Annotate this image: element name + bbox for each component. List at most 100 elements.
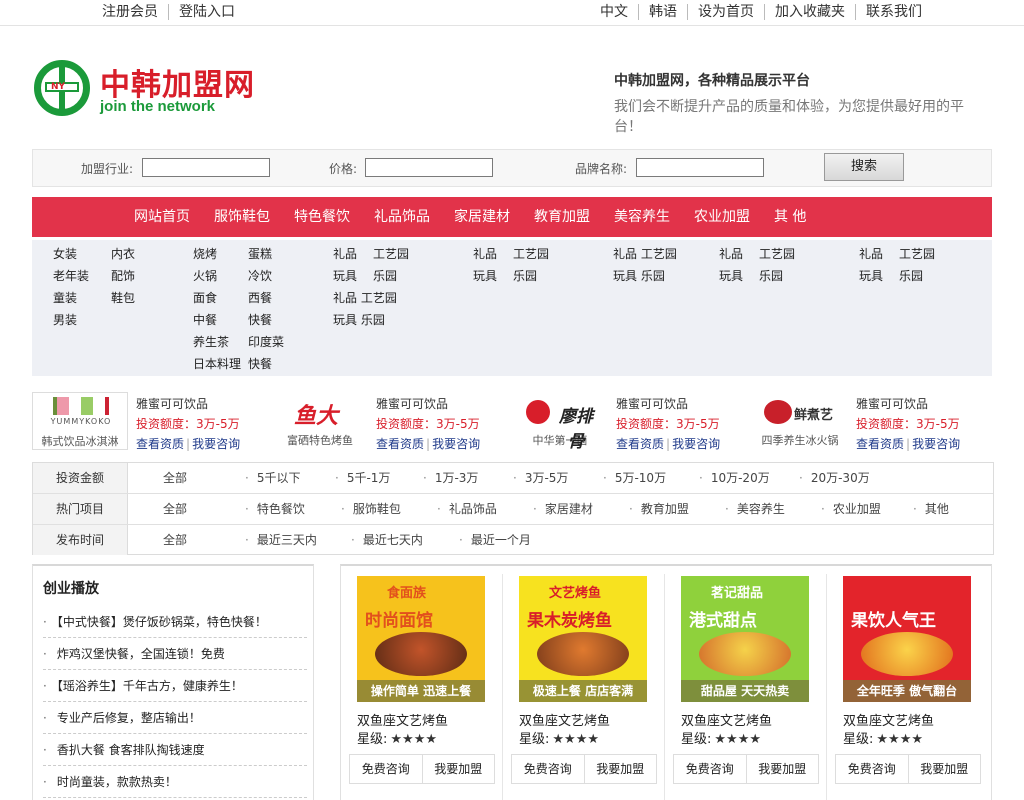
- subcat-link[interactable]: 鞋包: [111, 287, 135, 309]
- nav-education[interactable]: 教育加盟: [522, 197, 602, 237]
- search-button[interactable]: 搜索: [824, 153, 904, 181]
- consult-link[interactable]: 我要咨询: [192, 437, 240, 451]
- join-franchise-button[interactable]: 我要加盟: [585, 755, 657, 783]
- filter-option[interactable]: · 特色餐饮: [245, 494, 305, 524]
- subcat-link[interactable]: 乐园: [759, 265, 795, 287]
- consult-link[interactable]: 我要咨询: [912, 437, 960, 451]
- subcat-link[interactable]: 女装: [53, 243, 89, 265]
- nav-apparel[interactable]: 服饰鞋包: [202, 197, 282, 237]
- subcat-link[interactable]: 蛋糕: [248, 243, 284, 265]
- subcat-link[interactable]: 西餐: [248, 287, 284, 309]
- subcat-link[interactable]: 礼品: [473, 243, 497, 265]
- brand-name[interactable]: 雅蜜可可饮品: [136, 394, 240, 414]
- view-qualification-link[interactable]: 查看资质: [136, 437, 184, 451]
- subcat-link[interactable]: 配饰: [111, 265, 135, 287]
- nav-home[interactable]: 网站首页: [122, 197, 202, 237]
- login-link[interactable]: 登陆入口: [168, 4, 245, 20]
- site-logo[interactable]: NY 中韩加盟网 join the network: [34, 60, 264, 120]
- product-name[interactable]: 双鱼座文艺烤鱼: [843, 710, 934, 729]
- product-name[interactable]: 双鱼座文艺烤鱼: [519, 710, 610, 729]
- brand-logo-image[interactable]: YUMMYKOKO 韩式饮品冰淇淋: [32, 392, 128, 450]
- subcat-link[interactable]: 男装: [53, 309, 89, 331]
- subcat-link[interactable]: 玩具 乐园: [613, 265, 677, 287]
- filter-option[interactable]: · 5万-10万: [603, 463, 666, 493]
- subcat-link[interactable]: 玩具: [719, 265, 743, 287]
- nav-gifts[interactable]: 礼品饰品: [362, 197, 442, 237]
- brand-logo-image[interactable]: 鲜煮艺 四季养生冰火锅: [752, 392, 848, 450]
- product-name[interactable]: 双鱼座文艺烤鱼: [681, 710, 772, 729]
- filter-option[interactable]: · 礼品饰品: [437, 494, 497, 524]
- subcat-link[interactable]: 冷饮: [248, 265, 284, 287]
- product-image[interactable]: 茗记甜品 港式甜点 甜品屋 天天热卖: [681, 576, 809, 702]
- contact-us-link[interactable]: 联系我们: [855, 4, 922, 20]
- filter-option[interactable]: · 最近一个月: [459, 525, 531, 555]
- lang-chinese-link[interactable]: 中文: [600, 4, 638, 20]
- join-franchise-button[interactable]: 我要加盟: [747, 755, 819, 783]
- filter-option[interactable]: · 5千以下: [245, 463, 300, 493]
- filter-option[interactable]: · 家居建材: [533, 494, 593, 524]
- filter-option-all[interactable]: 全部: [163, 463, 187, 493]
- free-consult-button[interactable]: 免费咨询: [350, 755, 423, 783]
- consult-link[interactable]: 我要咨询: [672, 437, 720, 451]
- news-item[interactable]: · 时尚童装，款款热卖！: [43, 766, 307, 798]
- filter-option[interactable]: · 农业加盟: [821, 494, 881, 524]
- nav-home-building[interactable]: 家居建材: [442, 197, 522, 237]
- filter-option[interactable]: · 3万-5万: [513, 463, 568, 493]
- subcat-link[interactable]: 快餐: [248, 353, 284, 375]
- nav-food[interactable]: 特色餐饮: [282, 197, 362, 237]
- filter-option[interactable]: · 5千-1万: [335, 463, 390, 493]
- subcat-link[interactable]: 礼品: [859, 243, 883, 265]
- filter-option[interactable]: · 美容养生: [725, 494, 785, 524]
- free-consult-button[interactable]: 免费咨询: [674, 755, 747, 783]
- filter-option[interactable]: · 最近三天内: [245, 525, 317, 555]
- filter-option[interactable]: · 1万-3万: [423, 463, 478, 493]
- subcat-link[interactable]: 玩具: [859, 265, 883, 287]
- set-homepage-link[interactable]: 设为首页: [687, 4, 764, 20]
- subcat-link[interactable]: 乐园: [373, 265, 409, 287]
- product-image[interactable]: 食面族 时尚面馆 操作简单 迅速上餐: [357, 576, 485, 702]
- filter-option[interactable]: · 服饰鞋包: [341, 494, 401, 524]
- view-qualification-link[interactable]: 查看资质: [376, 437, 424, 451]
- news-item[interactable]: · 专业产后修复，整店输出！: [43, 702, 307, 734]
- subcat-link[interactable]: 工艺园: [759, 243, 795, 265]
- subcat-link[interactable]: 火锅: [193, 265, 241, 287]
- subcat-link[interactable]: 中餐: [193, 309, 241, 331]
- register-link[interactable]: 注册会员: [102, 4, 168, 20]
- filter-option[interactable]: · 20万-30万: [799, 463, 870, 493]
- filter-option[interactable]: · 最近七天内: [351, 525, 423, 555]
- subcat-link[interactable]: 礼品: [719, 243, 743, 265]
- consult-link[interactable]: 我要咨询: [432, 437, 480, 451]
- news-item[interactable]: · 【瑶浴养生】千年古方，健康养生！: [43, 670, 307, 702]
- subcat-link[interactable]: 养生茶: [193, 331, 241, 353]
- subcat-link[interactable]: 快餐: [248, 309, 284, 331]
- filter-option[interactable]: · 10万-20万: [699, 463, 770, 493]
- subcat-link[interactable]: 玩具: [473, 265, 497, 287]
- subcat-link[interactable]: 乐园: [899, 265, 935, 287]
- filter-option[interactable]: · 教育加盟: [629, 494, 689, 524]
- subcat-link[interactable]: 工艺园: [373, 243, 409, 265]
- news-item[interactable]: · 【中式快餐】煲仔饭砂锅菜，特色快餐！: [43, 606, 307, 638]
- subcat-link[interactable]: 面食: [193, 287, 241, 309]
- subcat-link[interactable]: 玩具 乐园: [333, 309, 397, 331]
- subcat-link[interactable]: 礼品 工艺园: [333, 287, 397, 309]
- subcat-link[interactable]: 乐园: [513, 265, 549, 287]
- subcat-link[interactable]: 礼品 工艺园: [613, 243, 677, 265]
- subcat-link[interactable]: 工艺园: [899, 243, 935, 265]
- free-consult-button[interactable]: 免费咨询: [512, 755, 585, 783]
- subcat-link[interactable]: 烧烤: [193, 243, 241, 265]
- news-item[interactable]: · 炸鸡汉堡快餐，全国连锁！免费: [43, 638, 307, 670]
- nav-other[interactable]: 其 他: [762, 197, 818, 237]
- filter-option-all[interactable]: 全部: [163, 494, 187, 524]
- brand-name-input[interactable]: [636, 158, 764, 177]
- add-favorite-link[interactable]: 加入收藏夹: [764, 4, 855, 20]
- industry-input[interactable]: [142, 158, 270, 177]
- view-qualification-link[interactable]: 查看资质: [856, 437, 904, 451]
- brand-logo-image[interactable]: 廖排骨 中华第一卤: [512, 392, 608, 452]
- subcat-link[interactable]: 内衣: [111, 243, 135, 265]
- brand-name[interactable]: 雅蜜可可饮品: [856, 394, 960, 414]
- news-item[interactable]: · 香扒大餐 食客排队掏钱速度: [43, 734, 307, 766]
- subcat-link[interactable]: 童装: [53, 287, 89, 309]
- filter-option[interactable]: · 其他: [913, 494, 949, 524]
- subcat-link[interactable]: 日本料理: [193, 353, 241, 375]
- subcat-link[interactable]: 老年装: [53, 265, 89, 287]
